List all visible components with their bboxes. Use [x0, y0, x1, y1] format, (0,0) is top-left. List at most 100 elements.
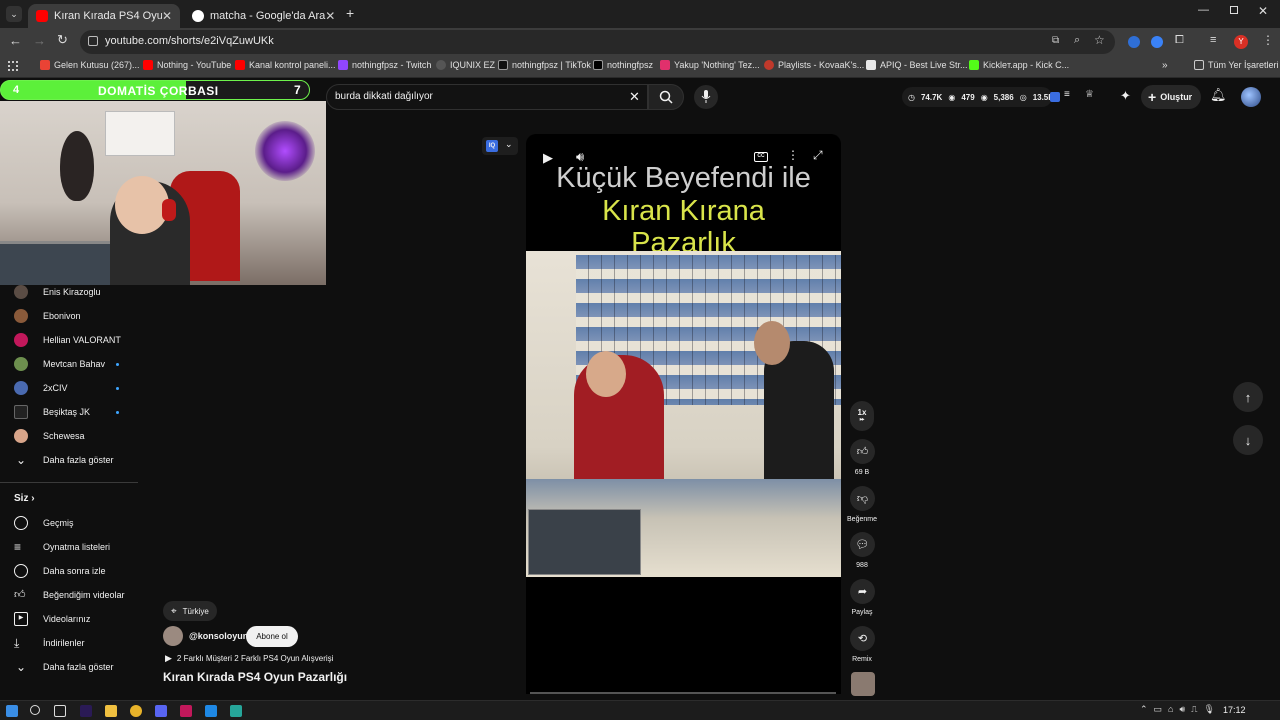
- menu-icon[interactable]: ⋮: [1262, 33, 1274, 47]
- captions-button[interactable]: CC: [754, 152, 768, 162]
- all-bookmarks[interactable]: Tüm Yer İşaretleri: [1194, 60, 1279, 70]
- zoom-icon[interactable]: ⌕: [1074, 34, 1080, 47]
- channel-avatar[interactable]: [163, 626, 183, 646]
- windows-start-icon[interactable]: [6, 705, 18, 717]
- playlist-link[interactable]: ▶ 2 Farklı Müşteri 2 Farklı PS4 Oyun Alış…: [165, 653, 333, 664]
- search-query: burda dikkati dağılıyor: [335, 91, 433, 102]
- apps-grid-icon[interactable]: [8, 61, 18, 71]
- sound-thumbnail[interactable]: [851, 672, 875, 696]
- bookmark-item[interactable]: Kickleт.app - Kick C...: [969, 60, 1069, 70]
- sidebar-item-subscription[interactable]: 2xCIV: [0, 377, 140, 399]
- channel-name[interactable]: @konsoloyun: [189, 631, 248, 641]
- reload-icon[interactable]: ↻: [57, 32, 68, 48]
- list-icon[interactable]: ≡: [1064, 89, 1070, 100]
- show-more-subscriptions[interactable]: ⌄ Daha fazla göster: [0, 449, 140, 471]
- bookmark-item[interactable]: Yakup 'Nothing' Tez...: [660, 60, 760, 70]
- app-icon[interactable]: [205, 705, 217, 717]
- tray-icons[interactable]: ⌃▭⌂🔊︎⎍🎙︎: [1140, 704, 1221, 715]
- comments-button[interactable]: 💬︎: [850, 532, 875, 557]
- extension-q-icon[interactable]: [1050, 92, 1060, 102]
- bookmark-item[interactable]: Kanal kontrol paneli...: [235, 60, 336, 70]
- sidebar-item-liked-videos[interactable]: 👍︎ Beğendiğim videolar: [0, 584, 140, 606]
- tab-search-button[interactable]: ⌄: [6, 6, 22, 22]
- chrome-icon[interactable]: [130, 705, 142, 717]
- app-icon[interactable]: [180, 705, 192, 717]
- previous-short-button[interactable]: ↑: [1233, 382, 1263, 412]
- you-section-header[interactable]: Siz ›: [14, 493, 35, 504]
- fullscreen-icon[interactable]: ⤢: [813, 148, 823, 163]
- bookmark-item[interactable]: Nothing - YouTube: [143, 60, 231, 70]
- sidebar-item-subscription[interactable]: Beşiktaş JK: [0, 401, 140, 423]
- bookmark-item[interactable]: nothingfpsz | TikTok: [498, 60, 591, 70]
- dislike-button[interactable]: 👎︎: [850, 486, 875, 511]
- back-icon[interactable]: ←: [9, 33, 22, 48]
- new-tab-button[interactable]: +: [346, 5, 354, 21]
- bookmark-star-icon[interactable]: ☆: [1094, 33, 1105, 47]
- bookmark-item[interactable]: Playlists - KovaaK's...: [764, 60, 864, 70]
- next-short-button[interactable]: ↓: [1233, 425, 1263, 455]
- tab-google[interactable]: matcha - Google'da Ara ✕: [184, 4, 338, 28]
- minimize-button[interactable]: —: [1198, 4, 1209, 16]
- bookmark-item[interactable]: Gelen Kutusu (267)...: [40, 60, 140, 70]
- premiere-icon[interactable]: [80, 705, 92, 717]
- close-icon[interactable]: ✕: [162, 9, 172, 23]
- sidebar-item-playlists[interactable]: ≡ Oynatma listeleri: [0, 536, 140, 558]
- address-bar[interactable]: youtube.com/shorts/e2iVqZuwUKk ⧉ ⌕ ☆: [80, 30, 1115, 54]
- bookmark-item[interactable]: nothingfpsz: [593, 60, 653, 70]
- sidebar-item-subscription[interactable]: Hellian VALORANT: [0, 329, 140, 351]
- search-button[interactable]: [648, 84, 684, 110]
- bookmark-item[interactable]: nothingfpsz - Twitch: [338, 60, 431, 70]
- extension-icon[interactable]: [1128, 36, 1140, 48]
- remix-button[interactable]: ⟲: [850, 626, 875, 651]
- more-options-icon[interactable]: ⋮: [787, 148, 799, 162]
- thumbs-up-icon: 👍︎: [14, 589, 26, 601]
- account-avatar[interactable]: [1241, 87, 1261, 107]
- app-icon[interactable]: [230, 705, 242, 717]
- bookmark-item[interactable]: APIQ - Best Live Str...: [866, 60, 968, 70]
- search-icon[interactable]: [30, 705, 40, 715]
- subscribe-button[interactable]: Abone ol: [246, 626, 298, 647]
- tab-active[interactable]: Kıran Kırada PS4 Oyun Pazarlığı ✕: [28, 4, 180, 28]
- sidebar-item-your-videos[interactable]: ▶ Videolarınız: [0, 608, 140, 630]
- extensions-puzzle-icon[interactable]: ⧠: [1175, 34, 1184, 47]
- like-button[interactable]: 👍︎: [850, 439, 875, 464]
- close-window-button[interactable]: ✕: [1258, 4, 1268, 18]
- share-button[interactable]: ➦: [850, 579, 875, 604]
- discord-icon[interactable]: [155, 705, 167, 717]
- forward-icon[interactable]: →: [33, 33, 46, 48]
- speed-button[interactable]: 1x ⏩︎: [850, 401, 874, 431]
- file-explorer-icon[interactable]: [105, 705, 117, 717]
- location-chip[interactable]: ⌖ Türkiye: [163, 601, 217, 621]
- search-input[interactable]: burda dikkati dağılıyor ✕: [326, 84, 648, 110]
- like-count: 69 B: [854, 469, 870, 476]
- clear-search-icon[interactable]: ✕: [629, 89, 640, 105]
- tab-title: Kıran Kırada PS4 Oyun Pazarlığı: [54, 10, 162, 22]
- install-app-icon[interactable]: ⧉: [1052, 35, 1059, 46]
- media-control-icon[interactable]: ≡: [1210, 34, 1216, 46]
- task-view-icon[interactable]: [54, 705, 66, 717]
- create-button[interactable]: + Oluştur: [1141, 85, 1201, 109]
- short-player[interactable]: ▶ 🔊︎ CC ⋮ ⤢ Küçük Beyefendi ile Kıran Kı…: [526, 134, 841, 694]
- sidebar-item-subscription[interactable]: Enis Kirazoglu: [0, 281, 140, 303]
- profile-avatar[interactable]: Y: [1234, 35, 1248, 49]
- close-icon[interactable]: ✕: [325, 9, 335, 23]
- site-info-icon[interactable]: [88, 36, 98, 46]
- sidebar-item-subscription[interactable]: Schewesa: [0, 425, 140, 447]
- gemini-icon[interactable]: ✦: [1120, 88, 1131, 104]
- sidebar-item-subscription[interactable]: Mevtcan Bahav: [0, 353, 140, 375]
- extension-quality-badge[interactable]: IQ ⌄: [482, 137, 518, 155]
- notifications-bell-icon[interactable]: 🔔︎: [1210, 87, 1227, 103]
- progress-bar[interactable]: [530, 692, 836, 694]
- restore-button[interactable]: [1230, 6, 1238, 14]
- sidebar-item-watch-later[interactable]: Daha sonra izle: [0, 560, 140, 582]
- sidebar-item-history[interactable]: Geçmiş: [0, 512, 140, 534]
- extension-icon[interactable]: [1151, 36, 1163, 48]
- sidebar-item-subscription[interactable]: Ebonivon: [0, 305, 140, 327]
- bookmark-item[interactable]: IQUNIX EZ: [436, 60, 495, 70]
- clock[interactable]: 17:12: [1223, 705, 1246, 715]
- sidebar-item-downloads[interactable]: ⤓ İndirilenler: [0, 632, 140, 654]
- trophy-icon[interactable]: ♕: [1085, 89, 1094, 100]
- bookmarks-overflow[interactable]: »: [1162, 60, 1168, 71]
- voice-search-button[interactable]: [694, 85, 718, 109]
- show-more-you[interactable]: ⌄ Daha fazla göster: [0, 656, 140, 678]
